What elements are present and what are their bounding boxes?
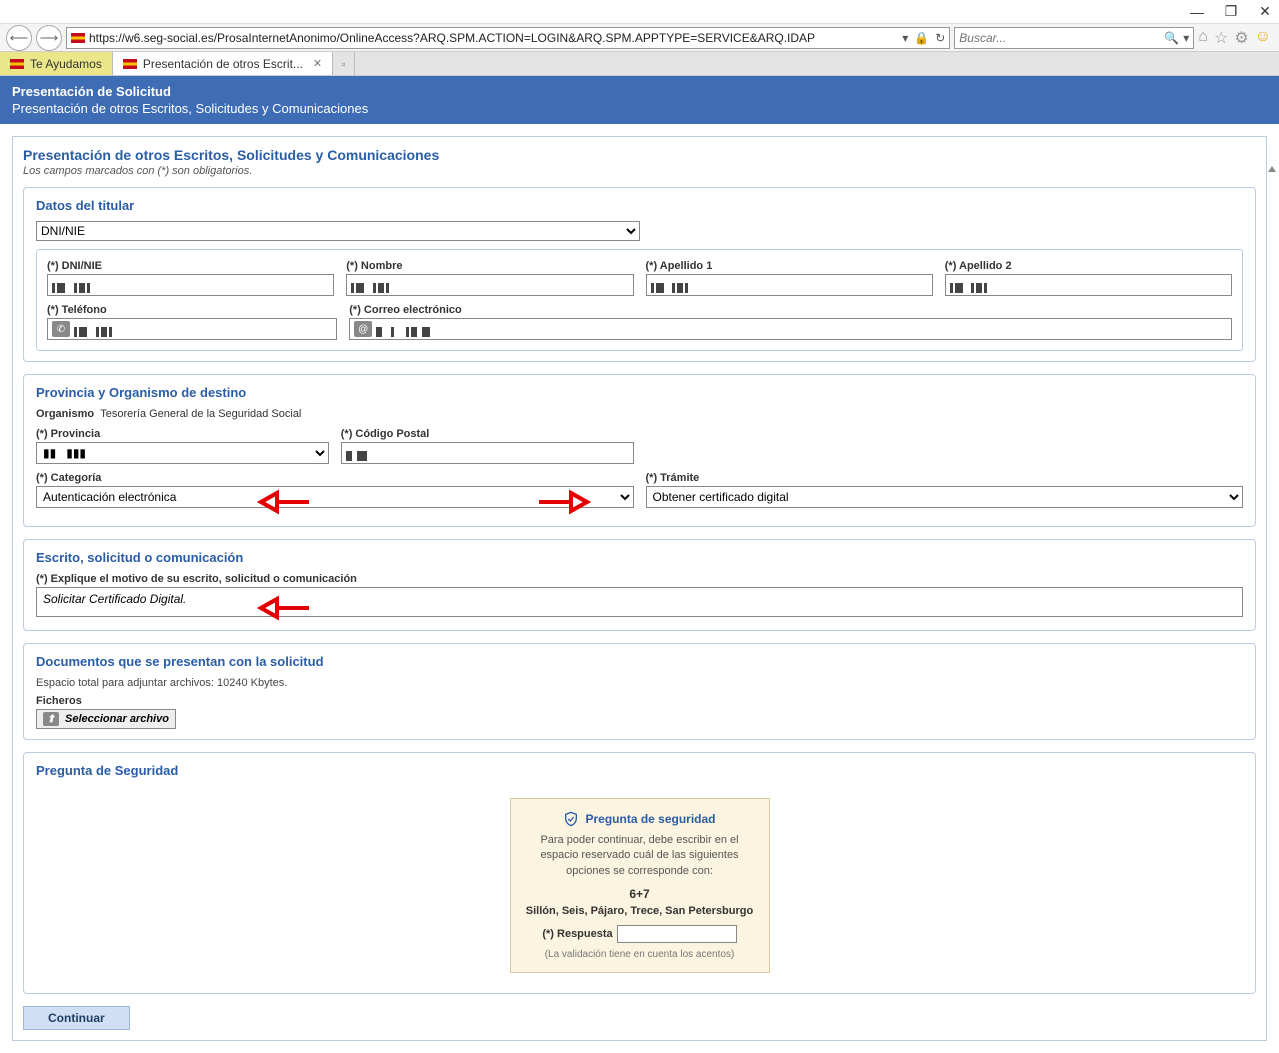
section-title: Datos del titular [36,198,1243,213]
categoria-label: (*) Categoría [36,472,634,484]
security-box: Pregunta de seguridad Para poder continu… [510,798,770,973]
nombre-label: (*) Nombre [346,260,633,272]
tab-flag-icon [123,59,137,69]
security-text: Para poder continuar, debe escribir en e… [525,833,755,879]
respuesta-input[interactable] [617,925,737,943]
section-title: Escrito, solicitud o comunicación [36,550,1243,565]
motivo-textarea[interactable] [36,587,1243,617]
minimize-icon[interactable]: — [1189,4,1205,20]
categoria-select[interactable]: Autenticación electrónica [36,486,634,508]
close-window-icon[interactable]: ✕ [1257,4,1273,20]
form-hint: Los campos marcados con (*) son obligato… [23,165,1256,177]
apellido1-input[interactable] [646,274,933,296]
tab-label: Te Ayudamos [30,57,102,71]
provincia-label: (*) Provincia [36,428,329,440]
section-documentos: Documentos que se presentan con la solic… [23,643,1256,740]
section-provincia: Provincia y Organismo de destino Organis… [23,374,1256,527]
tramite-label: (*) Trámite [646,472,1244,484]
forward-button[interactable]: ⟶ [36,25,62,51]
search-icon[interactable]: 🔍 [1164,31,1179,45]
tab-close-icon[interactable]: ✕ [313,57,322,70]
tab-strip: Te Ayudamos Presentación de otros Escrit… [0,52,1279,76]
provincia-select[interactable]: ▮▮ ▮▮▮ [36,442,329,464]
correo-input[interactable]: @ [349,318,1232,340]
page-title: Presentación de Solicitud [12,84,1267,99]
form-title: Presentación de otros Escritos, Solicitu… [23,147,1256,163]
nombre-input[interactable] [346,274,633,296]
settings-icon[interactable]: ⚙ [1234,28,1248,48]
dropdown-icon[interactable]: ▾ [902,31,908,45]
browser-toolbar: ⟵ ⟶ https://w6.seg-social.es/ProsaIntern… [0,24,1279,52]
page-header: Presentación de Solicitud Presentación d… [0,76,1279,124]
continue-button[interactable]: Continuar [23,1006,130,1030]
window-controls: — ❐ ✕ [0,0,1279,24]
dni-input[interactable] [47,274,334,296]
tab-label: Presentación de otros Escrit... [143,57,303,71]
email-icon: @ [354,321,372,337]
section-security: Pregunta de Seguridad Pregunta de seguri… [23,752,1256,994]
scroll-up-icon[interactable] [1267,164,1277,176]
restore-icon[interactable]: ❐ [1223,4,1239,20]
id-type-select[interactable]: DNI/NIE [36,221,640,241]
browser-right-icons: ⌂ ☆ ⚙ ☺ [1198,28,1273,48]
url-text: https://w6.seg-social.es/ProsaInternetAn… [89,31,902,45]
search-dropdown-icon[interactable]: ▾ [1183,31,1189,45]
feedback-icon[interactable]: ☺ [1255,28,1271,48]
correo-label: (*) Correo electrónico [349,304,1232,316]
apellido2-label: (*) Apellido 2 [945,260,1232,272]
apellido1-label: (*) Apellido 1 [646,260,933,272]
file-select-button[interactable]: ⬆ Seleccionar archivo [36,709,176,729]
site-flag-icon [71,33,85,43]
favorites-icon[interactable]: ☆ [1214,28,1228,48]
security-question: 6+7 [525,887,755,901]
url-actions: ▾ 🔒 ↻ [902,31,945,45]
new-tab-button[interactable]: ▫ [333,52,355,75]
ficheros-label: Ficheros [36,695,1243,707]
apellido2-input[interactable] [945,274,1232,296]
titular-fields: (*) DNI/NIE (*) Nombre (*) Apellido 1 [36,249,1243,351]
tramite-select[interactable]: Obtener certificado digital [646,486,1244,508]
phone-icon: ✆ [52,321,70,337]
back-button[interactable]: ⟵ [6,25,32,51]
reload-icon[interactable]: ↻ [935,31,945,45]
section-title: Provincia y Organismo de destino [36,385,1243,400]
security-options: Sillón, Seis, Pájaro, Trece, San Petersb… [525,905,755,917]
organismo-line: Organismo Tesorería General de la Seguri… [36,408,1243,420]
section-datos-titular: Datos del titular DNI/NIE (*) DNI/NIE (*… [23,187,1256,362]
telefono-label: (*) Teléfono [47,304,337,316]
search-box[interactable]: 🔍 ▾ [954,27,1194,49]
dni-label: (*) DNI/NIE [47,260,334,272]
section-escrito: Escrito, solicitud o comunicación (*) Ex… [23,539,1256,631]
respuesta-label: (*) Respuesta [542,928,612,940]
cp-input[interactable] [341,442,634,464]
tab-te-ayudamos[interactable]: Te Ayudamos [0,52,113,75]
upload-icon: ⬆ [43,712,59,726]
tab-presentacion[interactable]: Presentación de otros Escrit... ✕ [113,52,333,75]
motivo-label: (*) Explique el motivo de su escrito, so… [36,573,1243,585]
security-note: (La validación tiene en cuenta los acent… [525,949,755,960]
tab-flag-icon [10,59,24,69]
search-input[interactable] [959,31,1164,45]
section-title: Documentos que se presentan con la solic… [36,654,1243,669]
address-bar[interactable]: https://w6.seg-social.es/ProsaInternetAn… [66,27,950,49]
home-icon[interactable]: ⌂ [1198,28,1208,48]
docs-hint: Espacio total para adjuntar archivos: 10… [36,677,1243,689]
cp-label: (*) Código Postal [341,428,634,440]
lock-icon: 🔒 [914,31,929,45]
security-box-title: Pregunta de seguridad [525,811,755,827]
telefono-input[interactable]: ✆ [47,318,337,340]
section-title: Pregunta de Seguridad [36,763,1243,778]
shield-icon [563,811,579,827]
page-subtitle: Presentación de otros Escritos, Solicitu… [12,101,1267,116]
